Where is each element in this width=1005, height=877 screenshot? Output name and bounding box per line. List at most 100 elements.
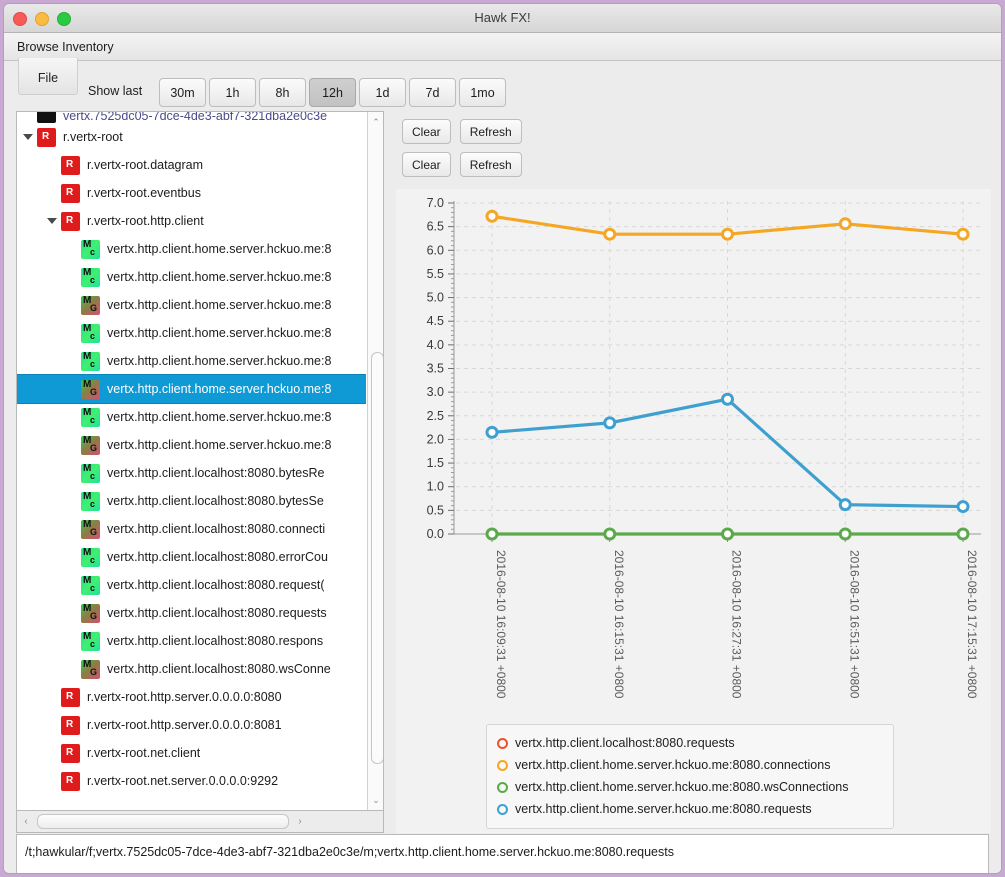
tree-row[interactable]: r.vertx-root.net.server.0.0.0.0:9292 bbox=[17, 767, 366, 795]
legend-item[interactable]: vertx.http.client.home.server.hckuo.me:8… bbox=[497, 776, 883, 798]
clear-button-1[interactable]: Clear bbox=[402, 119, 451, 144]
tree-row[interactable]: vertx.http.client.home.server.hckuo.me:8 bbox=[17, 319, 366, 347]
tree-vertical-scrollbar[interactable]: ⌃ ⌄ bbox=[367, 112, 383, 810]
tree-row[interactable]: vertx.http.client.localhost:8080.bytesRe bbox=[17, 459, 366, 487]
tree-row[interactable]: vertx.http.client.home.server.hckuo.me:8 bbox=[17, 403, 366, 431]
tree-row[interactable]: vertx.http.client.localhost:8080.wsConne bbox=[17, 655, 366, 683]
tree-row[interactable]: vertx.http.client.home.server.hckuo.me:8 bbox=[17, 291, 366, 319]
tree-row[interactable]: vertx.http.client.localhost:8080.bytesSe bbox=[17, 487, 366, 515]
chart-legend: vertx.http.client.localhost:8080.request… bbox=[486, 724, 894, 829]
series-point[interactable] bbox=[721, 527, 734, 541]
time-range-12h[interactable]: 12h bbox=[309, 78, 356, 107]
inventory-tree[interactable]: vertx.7525dc05-7dce-4de3-abf7-321dba2e0c… bbox=[17, 112, 366, 810]
metrics-chart[interactable]: 0.0 0.5 1.0 1.5 2.0 2.5 3.0 3.5 4.0 4.5 5.0 5.5 6.0 6… bbox=[396, 189, 991, 833]
tree-row[interactable]: r.vertx-root.eventbus bbox=[17, 179, 366, 207]
scroll-right-icon[interactable]: › bbox=[291, 816, 309, 827]
series-point[interactable] bbox=[838, 217, 852, 231]
chevron-down-icon[interactable] bbox=[21, 130, 35, 144]
time-range-1h[interactable]: 1h bbox=[209, 78, 256, 107]
tree-row-label: vertx.http.client.home.server.hckuo.me:8 bbox=[107, 242, 332, 256]
tree-row[interactable]: r.vertx-root.http.server.0.0.0.0:8081 bbox=[17, 711, 366, 739]
tree-row[interactable]: vertx.http.client.localhost:8080.request… bbox=[17, 571, 366, 599]
series-point[interactable] bbox=[956, 227, 970, 241]
resource-icon bbox=[61, 183, 80, 203]
tree-row-label: vertx.http.client.localhost:8080.request… bbox=[107, 606, 327, 620]
series-point[interactable] bbox=[485, 527, 499, 541]
tree-row-label: r.vertx-root.http.server.0.0.0.0:8081 bbox=[87, 718, 282, 732]
series-point[interactable] bbox=[956, 500, 970, 514]
tree-row[interactable]: vertx.http.client.home.server.hckuo.me:8 bbox=[17, 235, 366, 263]
tree-row[interactable]: r.vertx-root.net.client bbox=[17, 739, 366, 767]
tree-row[interactable]: r.vertx-root bbox=[17, 123, 366, 151]
series-point[interactable] bbox=[603, 527, 617, 541]
tree-row-label: vertx.http.client.localhost:8080.connect… bbox=[107, 522, 326, 536]
button-row-1: Clear Refresh bbox=[402, 119, 991, 144]
tree-row[interactable]: vertx.http.client.localhost:8080.connect… bbox=[17, 515, 366, 543]
tree-hscroll-thumb[interactable] bbox=[37, 814, 289, 829]
tree-row-label: r.vertx-root.net.server.0.0.0.0:9292 bbox=[87, 774, 279, 788]
scroll-up-icon[interactable]: ⌃ bbox=[368, 114, 383, 130]
series-point[interactable] bbox=[838, 527, 852, 541]
menu-item-browse-inventory[interactable]: Browse Inventory bbox=[9, 40, 122, 54]
y-axis-tick-label: 4.0 bbox=[427, 338, 444, 352]
tree-row-label: vertx.http.client.home.server.hckuo.me:8 bbox=[107, 382, 332, 396]
legend-item[interactable]: vertx.http.client.home.server.hckuo.me:8… bbox=[497, 754, 883, 776]
tree-row[interactable]: vertx.http.client.home.server.hckuo.me:8 bbox=[17, 347, 366, 375]
y-axis-tick-label: 2.0 bbox=[427, 432, 444, 446]
scroll-left-icon[interactable]: ‹ bbox=[17, 816, 35, 827]
status-bar: /t;hawkular/f;vertx.7525dc05-7dce-4de3-a… bbox=[16, 834, 989, 873]
y-axis-tick-label: 7.0 bbox=[427, 196, 444, 210]
tree-row[interactable]: r.vertx-root.http.client bbox=[17, 207, 366, 235]
time-range-1d[interactable]: 1d bbox=[359, 78, 406, 107]
series-point[interactable] bbox=[603, 227, 617, 241]
tree-row[interactable]: vertx.http.client.home.server.hckuo.me:8 bbox=[17, 263, 366, 291]
tree-row-label: vertx.http.client.home.server.hckuo.me:8 bbox=[107, 354, 332, 368]
tree-row[interactable]: vertx.http.client.localhost:8080.request… bbox=[17, 599, 366, 627]
tab-file[interactable]: File bbox=[18, 58, 78, 95]
tree-vscroll-thumb[interactable] bbox=[371, 352, 383, 764]
series-point[interactable] bbox=[838, 498, 852, 512]
time-range-8h[interactable]: 8h bbox=[259, 78, 306, 107]
y-axis-tick-label: 6.5 bbox=[427, 220, 444, 234]
series-point[interactable] bbox=[485, 209, 499, 223]
series-point[interactable] bbox=[721, 392, 734, 406]
tree-row[interactable]: r.vertx-root.datagram bbox=[17, 151, 366, 179]
series-point[interactable] bbox=[956, 527, 970, 541]
refresh-button-1[interactable]: Refresh bbox=[459, 119, 522, 144]
tree-row[interactable]: r.vertx-root.http.server.0.0.0.0:8080 bbox=[17, 683, 366, 711]
time-range-30m[interactable]: 30m bbox=[159, 78, 206, 107]
legend-item[interactable]: vertx.http.client.home.server.hckuo.me:8… bbox=[497, 798, 883, 820]
legend-item[interactable]: vertx.http.client.localhost:8080.request… bbox=[497, 732, 883, 754]
series-point[interactable] bbox=[721, 227, 734, 241]
tree-row[interactable]: vertx.http.client.localhost:8080.respons bbox=[17, 627, 366, 655]
resource-icon bbox=[61, 211, 80, 231]
time-range-1mo[interactable]: 1mo bbox=[459, 78, 506, 107]
tree-row-label: vertx.http.client.localhost:8080.request… bbox=[107, 578, 325, 592]
time-range-7d[interactable]: 7d bbox=[409, 78, 456, 107]
series-point[interactable] bbox=[603, 416, 617, 430]
x-axis-tick-label: 2016-08-10 16:51:31 +0800 bbox=[847, 550, 861, 699]
resource-icon bbox=[61, 687, 80, 707]
scroll-down-icon[interactable]: ⌄ bbox=[368, 792, 383, 808]
tree-row[interactable]: vertx.http.client.localhost:8080.errorCo… bbox=[17, 543, 366, 571]
tree-row[interactable]: vertx.http.client.home.server.hckuo.me:8 bbox=[17, 431, 366, 459]
tree-horizontal-scrollbar[interactable]: ‹ › bbox=[16, 811, 384, 833]
tree-row[interactable]: vertx.7525dc05-7dce-4de3-abf7-321dba2e0c… bbox=[17, 112, 366, 123]
tree-row-label: vertx.http.client.localhost:8080.bytesRe bbox=[107, 466, 325, 480]
clear-button-2[interactable]: Clear bbox=[402, 152, 451, 177]
metric-counter-icon bbox=[81, 491, 100, 511]
legend-marker-icon bbox=[497, 803, 508, 815]
series-point[interactable] bbox=[485, 425, 499, 439]
chevron-down-icon[interactable] bbox=[45, 214, 59, 228]
tree-row[interactable]: vertx.http.client.home.server.hckuo.me:8 bbox=[17, 374, 366, 404]
toolbar: File Show last 30m 1h 8h 12h 1d 7d 1mo bbox=[4, 58, 1001, 111]
refresh-button-2[interactable]: Refresh bbox=[459, 152, 522, 177]
x-axis-tick-label: 2016-08-10 17:15:31 +0800 bbox=[965, 550, 979, 699]
